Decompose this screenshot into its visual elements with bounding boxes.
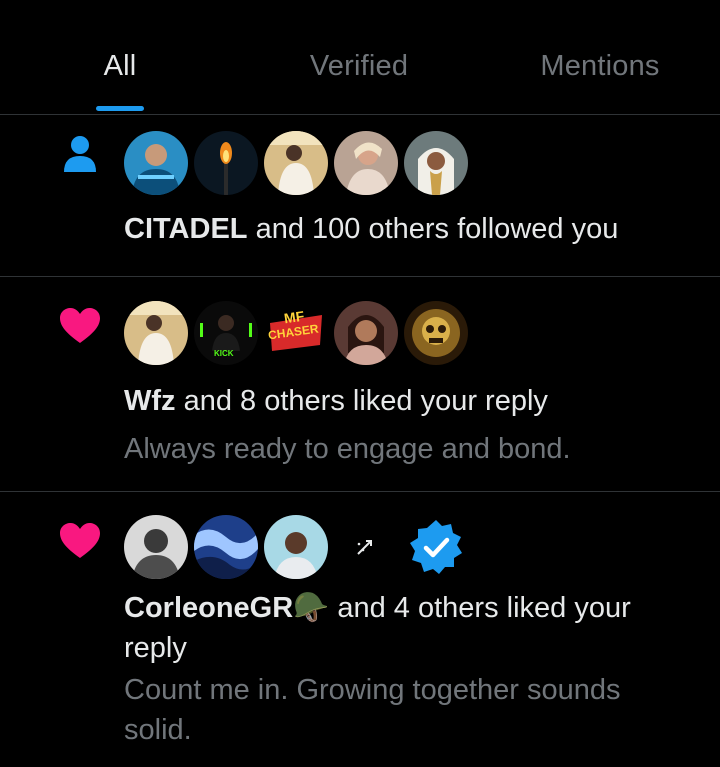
avatar[interactable] xyxy=(124,515,188,579)
notification-follow[interactable]: CITADEL and 100 others followed you xyxy=(0,115,720,277)
avatar[interactable] xyxy=(404,131,468,195)
avatar[interactable] xyxy=(194,515,258,579)
reply-snippet-cont: solid. xyxy=(124,714,192,746)
avatar[interactable] xyxy=(334,301,398,365)
action-text-cont: reply xyxy=(124,632,187,664)
reply-snippet: Always ready to engage and bond. xyxy=(124,433,571,465)
avatar[interactable] xyxy=(264,515,328,579)
reply-snippet: Count me in. Growing together sounds xyxy=(124,674,621,706)
avatar[interactable] xyxy=(404,301,468,365)
avatar[interactable] xyxy=(194,131,258,195)
heart-icon xyxy=(60,523,100,564)
active-tab-indicator xyxy=(96,106,144,111)
avatar[interactable] xyxy=(124,131,188,195)
avatar[interactable] xyxy=(124,301,188,365)
verified-badge-icon xyxy=(404,515,468,579)
tab-verified[interactable]: Verified xyxy=(310,50,408,83)
more-indicator xyxy=(334,515,398,579)
notification-text: CorleoneGR🪖 and 4 others liked your xyxy=(124,588,631,628)
notification-like[interactable]: KICK MF CHASER Wfz and 8 others liked yo… xyxy=(0,277,720,492)
action-text: and 100 others followed you xyxy=(247,213,619,245)
avatar[interactable]: KICK xyxy=(194,301,258,365)
heart-icon xyxy=(60,308,100,349)
tab-all[interactable]: All xyxy=(104,50,137,83)
avatar[interactable] xyxy=(334,131,398,195)
sparkle-arrows-icon xyxy=(357,540,372,555)
avatar-row: KICK MF CHASER xyxy=(124,301,474,365)
avatar[interactable]: MF CHASER xyxy=(264,301,328,365)
avatar[interactable] xyxy=(264,131,328,195)
tab-mentions[interactable]: Mentions xyxy=(540,50,659,83)
actor-name[interactable]: CorleoneGR🪖 xyxy=(124,592,329,624)
notification-tabs: All Verified Mentions xyxy=(0,0,720,115)
action-text: and 8 others liked your reply xyxy=(175,385,548,417)
actor-name[interactable]: CITADEL xyxy=(124,213,248,245)
notification-text: CITADEL and 100 others followed you xyxy=(124,209,618,249)
avatar-row xyxy=(124,131,474,195)
action-text: and 4 others liked your xyxy=(329,592,631,624)
notification-like[interactable]: CorleoneGR🪖 and 4 others liked your repl… xyxy=(0,492,720,767)
notification-text: Wfz and 8 others liked your reply xyxy=(124,381,548,421)
person-icon xyxy=(62,135,98,178)
actor-name[interactable]: Wfz xyxy=(124,385,176,417)
kick-badge-text: KICK xyxy=(214,349,234,358)
avatar-row xyxy=(124,515,468,579)
